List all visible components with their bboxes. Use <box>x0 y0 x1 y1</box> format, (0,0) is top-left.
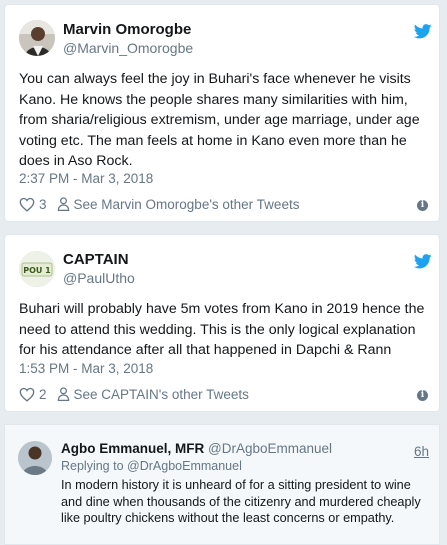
reply-avatar[interactable] <box>18 441 52 475</box>
tweet-text: You can always feel the joy in Buhari's … <box>19 71 420 169</box>
author-handle[interactable]: @PaulUtho <box>63 270 135 286</box>
author-handle[interactable]: @Marvin_Omorogbe <box>63 40 193 56</box>
info-icon[interactable]: i <box>417 200 428 211</box>
tweet-actions: 3 See Marvin Omorogbe's other Tweets <box>19 195 299 213</box>
tweet-timestamp[interactable]: 2:37 PM - Mar 3, 2018 <box>19 171 153 186</box>
replying-to: Replying to @DrAgboEmmanuel <box>61 459 242 473</box>
tweet-text: Buhari will probably have 5m votes from … <box>19 301 425 358</box>
tweet-timestamp[interactable]: 1:53 PM - Mar 3, 2018 <box>19 361 153 376</box>
reply-author[interactable]: Agbo Emmanuel, MFR @DrAgboEmmanuel <box>61 441 332 456</box>
like-count[interactable]: 2 <box>39 387 47 402</box>
reply-author-name[interactable]: Agbo Emmanuel, MFR <box>61 441 204 456</box>
avatar-text: POU 1 <box>23 266 51 275</box>
avatar[interactable] <box>19 20 55 56</box>
author-name[interactable]: CAPTAIN <box>63 251 129 268</box>
reply-author-handle[interactable]: @DrAgboEmmanuel <box>208 441 332 456</box>
heart-icon[interactable] <box>19 197 35 212</box>
other-tweets-link[interactable]: See Marvin Omorogbe's other Tweets <box>74 197 300 212</box>
heart-icon[interactable] <box>19 387 35 402</box>
reply-text: In modern history it is unheard of for a… <box>61 478 421 525</box>
person-icon <box>57 197 69 211</box>
tweet-card-1[interactable]: Marvin Omorogbe @Marvin_Omorogbe You can… <box>4 4 440 222</box>
replying-prefix: Replying to <box>61 459 124 473</box>
avatar[interactable]: POU 1 <box>19 251 55 287</box>
like-count[interactable]: 3 <box>39 197 47 212</box>
person-icon <box>57 387 69 401</box>
twitter-bird-icon[interactable] <box>414 254 432 269</box>
tweet-actions: 2 See CAPTAIN's other Tweets <box>19 385 249 403</box>
twitter-bird-icon[interactable] <box>414 24 432 39</box>
other-tweets-link[interactable]: See CAPTAIN's other Tweets <box>74 387 249 402</box>
author-name[interactable]: Marvin Omorogbe <box>63 21 191 38</box>
replying-to-handle[interactable]: @DrAgboEmmanuel <box>127 459 242 473</box>
tweet-card-2[interactable]: POU 1 CAPTAIN @PaulUtho Buhari will prob… <box>4 234 440 412</box>
reply-timestamp[interactable]: 6h <box>414 444 429 459</box>
info-icon[interactable]: i <box>417 390 428 401</box>
